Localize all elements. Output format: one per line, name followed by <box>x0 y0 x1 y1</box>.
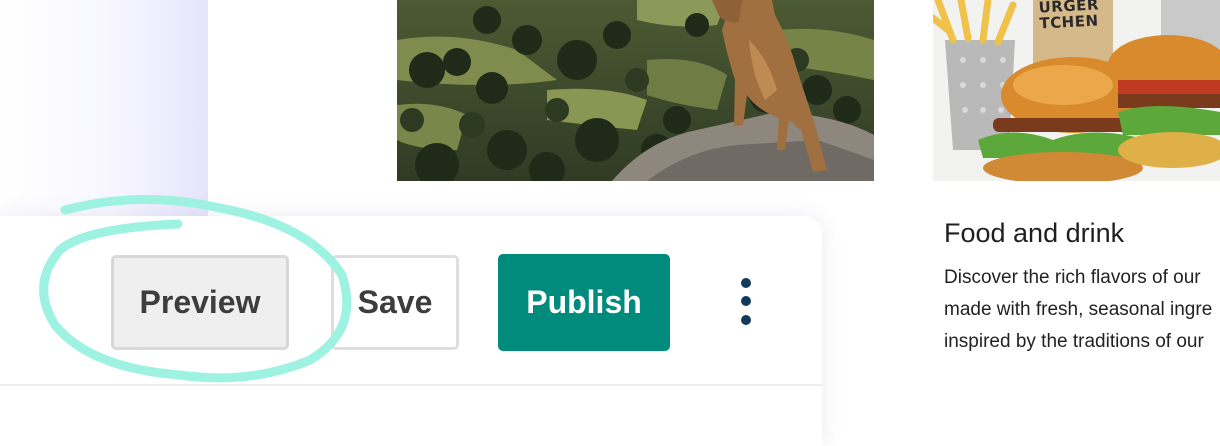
card-title: Food and drink <box>944 218 1125 248</box>
card-description-line: Discover the rich flavors of our <box>944 267 1201 288</box>
dog-photo <box>397 0 874 181</box>
card-description: Discover the rich flavors of our made wi… <box>944 262 1220 358</box>
publish-button[interactable]: Publish <box>498 254 670 351</box>
card-description-line: inspired by the traditions of our <box>944 331 1204 352</box>
more-vertical-icon <box>741 278 751 325</box>
left-panel-backdrop <box>0 0 208 216</box>
editor-toolbar: Preview Save Publish <box>0 216 822 446</box>
more-options-button[interactable] <box>730 274 762 330</box>
toolbar-divider <box>0 384 822 386</box>
card-description-line: made with fresh, seasonal ingre <box>944 299 1213 320</box>
save-button[interactable]: Save <box>331 255 459 350</box>
preview-button[interactable]: Preview <box>111 255 289 350</box>
food-photo: URGER TCHEN <box>933 0 1220 181</box>
food-photo-brand-text: URGER TCHEN <box>1038 0 1100 33</box>
